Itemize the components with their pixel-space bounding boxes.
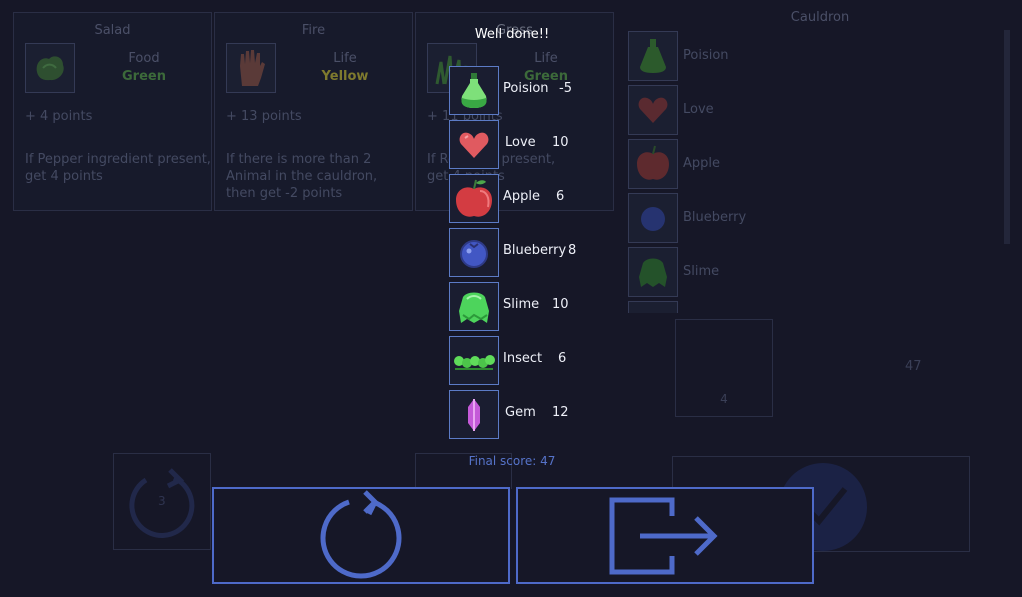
apple-icon <box>628 139 678 189</box>
score-row-poison: Poision -5 <box>449 66 629 115</box>
card-kind: Life <box>534 51 558 66</box>
score-row-slime: Slime 10 <box>449 282 629 331</box>
score-row-value: 8 <box>568 243 577 258</box>
exit-icon <box>609 497 718 574</box>
score-row-value: 10 <box>552 135 569 150</box>
popup-title: Well done!! <box>474 27 550 42</box>
score-row-value: 10 <box>552 297 569 312</box>
gem-icon <box>449 390 499 439</box>
cauldron-item-love[interactable]: Love <box>627 84 927 136</box>
undo-button[interactable]: 3 <box>113 453 211 550</box>
heart-icon <box>628 85 678 135</box>
cauldron-item[interactable] <box>627 300 927 313</box>
ingredient-card-salad[interactable]: Salad Food Green + 4 points If Pepper in… <box>13 12 212 211</box>
cauldron-total: 47 <box>905 359 922 374</box>
score-row-apple: Apple 6 <box>449 174 629 223</box>
card-rule: If Pepper ingredient present, get 4 poin… <box>25 152 211 184</box>
card-points: + 4 points <box>25 109 93 124</box>
hand-icon <box>226 43 276 93</box>
slime-icon <box>628 247 678 297</box>
score-row-value: 6 <box>558 351 567 366</box>
heart-icon <box>449 120 499 169</box>
salad-icon <box>25 43 75 93</box>
cauldron-item-label: Poision <box>683 48 729 63</box>
card-kind: Food <box>128 51 160 66</box>
undo-count: 3 <box>158 494 166 508</box>
cauldron-slot-number: 4 <box>720 392 728 406</box>
score-row-love: Love 10 <box>449 120 629 169</box>
card-kind: Life <box>333 51 357 66</box>
empty-slot-icon <box>628 301 678 313</box>
score-row-value: 12 <box>552 405 569 420</box>
caterpillar-icon <box>449 336 499 385</box>
apple-icon <box>449 174 499 223</box>
score-row-value: 6 <box>556 189 565 204</box>
score-row-name: Poision <box>503 81 549 96</box>
score-row-name: Blueberry <box>503 243 567 258</box>
blueberry-icon <box>628 193 678 243</box>
cauldron-item-apple[interactable]: Apple <box>627 138 927 190</box>
cauldron-scrollbar[interactable] <box>1004 30 1010 244</box>
poison-flask-icon <box>628 31 678 81</box>
ingredient-card-fire[interactable]: Fire Life Yellow + 13 points If there is… <box>214 12 413 211</box>
card-points: + 13 points <box>226 109 302 124</box>
score-row-gem: Gem 12 <box>449 390 629 439</box>
score-row-value: -5 <box>559 81 572 96</box>
score-row-name: Love <box>505 135 536 150</box>
cauldron-item-label: Apple <box>683 156 721 171</box>
cauldron-item-blueberry[interactable]: Blueberry <box>627 192 927 244</box>
card-title: Fire <box>301 23 326 38</box>
cauldron-title: Cauldron <box>790 10 850 25</box>
cauldron-item-label: Blueberry <box>683 210 747 225</box>
score-row-name: Slime <box>503 297 540 312</box>
restart-icon <box>320 489 402 579</box>
blueberry-icon <box>449 228 499 277</box>
cauldron-list[interactable]: Poision Love Apple Blueberry Slime <box>627 28 1007 313</box>
cauldron-item-label: Slime <box>683 264 720 279</box>
card-color: Yellow <box>321 69 369 84</box>
score-row-name: Insect <box>503 351 543 366</box>
card-rule: If there is more than 2 Animal in the ca… <box>226 152 378 201</box>
poison-flask-icon <box>449 66 499 115</box>
cauldron-item-poison[interactable]: Poision <box>627 30 927 82</box>
cauldron-item-label: Love <box>683 102 714 117</box>
cauldron-item-slime[interactable]: Slime <box>627 246 927 298</box>
score-row-name: Gem <box>505 405 536 420</box>
score-row-insect: Insect 6 <box>449 336 629 385</box>
restart-button[interactable] <box>212 487 510 584</box>
cauldron-slot[interactable]: 4 <box>675 319 773 417</box>
exit-button[interactable] <box>516 487 814 584</box>
slime-icon <box>449 282 499 331</box>
card-color: Green <box>122 69 166 84</box>
score-row-name: Apple <box>503 189 541 204</box>
card-title: Salad <box>94 23 131 38</box>
final-score: Final score: 47 <box>468 454 556 468</box>
score-row-blueberry: Blueberry 8 <box>449 228 629 277</box>
